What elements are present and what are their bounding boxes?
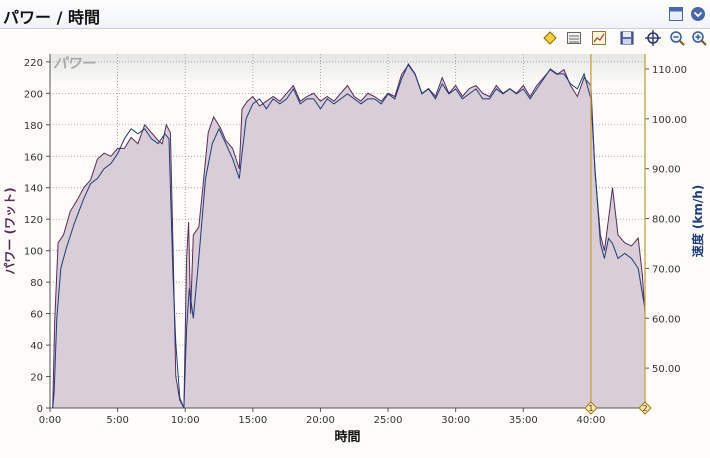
x-tick-label: 5:00 <box>106 415 128 426</box>
crosshair-icon[interactable] <box>644 29 662 47</box>
window-titlebar: パワー / 時間 <box>0 0 710 29</box>
x-tick-label: 0:00 <box>39 415 61 426</box>
left-tick-label: 80 <box>30 278 43 289</box>
left-tick-label: 20 <box>30 373 43 384</box>
x-tick-label: 25:00 <box>374 415 403 426</box>
window-restore-icon[interactable] <box>668 6 684 22</box>
left-tick-label: 100 <box>24 247 43 258</box>
x-tick-label: 10:00 <box>171 415 200 426</box>
right-tick-label: 80.00 <box>652 215 681 226</box>
right-tick-label: 100.00 <box>652 115 687 126</box>
right-tick-label: 60.00 <box>652 314 681 325</box>
left-tick-label: 60 <box>30 310 43 321</box>
zoom-in-icon[interactable] <box>690 29 708 47</box>
list-lines-icon[interactable] <box>565 29 583 47</box>
chart-image-icon[interactable] <box>590 29 608 47</box>
right-tick-label: 50.00 <box>652 364 681 375</box>
left-tick-label: 120 <box>24 215 43 226</box>
left-axis-title: パワー (ワット) <box>3 187 17 274</box>
left-tick-label: 160 <box>24 152 43 163</box>
right-axis-title: 速度 (km/h) <box>690 185 705 258</box>
left-tick-label: 140 <box>24 184 43 195</box>
lap-marker-label: 2 <box>642 404 647 413</box>
dropdown-circle-icon[interactable] <box>690 6 706 22</box>
left-tick-label: 40 <box>30 341 43 352</box>
right-tick-label: 110.00 <box>652 65 687 76</box>
lap-marker-label: 1 <box>588 404 593 413</box>
x-tick-label: 35:00 <box>509 415 538 426</box>
x-tick-label: 20:00 <box>306 415 335 426</box>
x-axis-title: 時間 <box>334 429 360 445</box>
save-disk-icon[interactable] <box>618 29 636 47</box>
x-tick-label: 30:00 <box>441 415 470 426</box>
chart-toolbar <box>0 28 710 48</box>
left-tick-label: 200 <box>24 89 43 100</box>
left-tick-label: 220 <box>24 58 43 69</box>
panel-label: パワー <box>53 56 96 72</box>
diamond-icon[interactable] <box>541 29 559 47</box>
x-tick-label: 15:00 <box>238 415 267 426</box>
left-tick-label: 0 <box>37 404 43 415</box>
right-tick-label: 90.00 <box>652 165 681 176</box>
power-time-chart: 0 20 40 60 80 100 120 140 160 180 200 220 50.00 60.00… <box>0 48 710 454</box>
right-tick-label: 70.00 <box>652 264 681 275</box>
window-title: パワー / 時間 <box>3 8 100 27</box>
chart-svg: 0 20 40 60 80 100 120 140 160 180 200 220 50.00 60.00… <box>3 54 705 445</box>
zoom-out-icon[interactable] <box>668 29 686 47</box>
left-tick-label: 180 <box>24 121 43 132</box>
x-tick-label: 40:00 <box>576 415 605 426</box>
